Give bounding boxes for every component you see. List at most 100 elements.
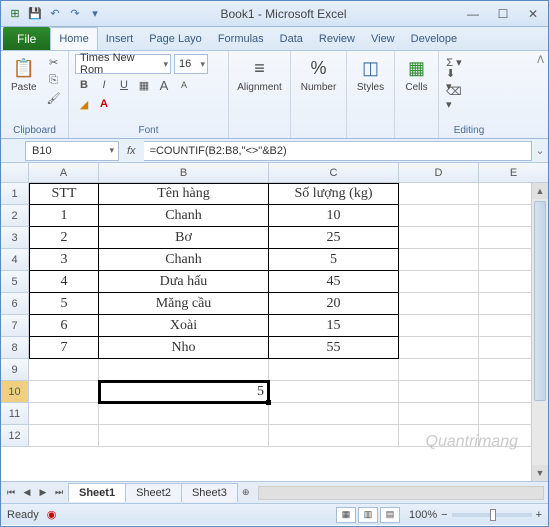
- clear-button[interactable]: ⌫ ▾: [445, 90, 463, 106]
- grow-font-button[interactable]: A: [155, 77, 173, 93]
- scroll-thumb[interactable]: [534, 201, 546, 401]
- fx-icon[interactable]: fx: [119, 145, 144, 157]
- zoom-level[interactable]: 100%: [409, 509, 437, 521]
- tab-view[interactable]: View: [363, 27, 403, 50]
- tab-data[interactable]: Data: [272, 27, 311, 50]
- qat-customize-icon[interactable]: ▾: [87, 6, 103, 22]
- select-all-corner[interactable]: [1, 163, 29, 183]
- cell-B2[interactable]: Chanh: [99, 205, 269, 227]
- tab-page-layout[interactable]: Page Layo: [141, 27, 210, 50]
- cell-A4[interactable]: 3: [29, 249, 99, 271]
- normal-view-button[interactable]: ▦: [336, 507, 356, 523]
- cell-B6[interactable]: Măng cầu: [99, 293, 269, 315]
- col-E[interactable]: E: [479, 163, 548, 183]
- cell-A3[interactable]: 2: [29, 227, 99, 249]
- cell-B3[interactable]: Bơ: [99, 227, 269, 249]
- sheet-nav-prev-icon[interactable]: ◀: [19, 485, 35, 501]
- font-color-button[interactable]: A: [95, 96, 113, 112]
- col-A[interactable]: A: [29, 163, 99, 183]
- page-layout-view-button[interactable]: ▥: [358, 507, 378, 523]
- tab-home[interactable]: Home: [50, 27, 97, 50]
- scroll-down-icon[interactable]: ▼: [532, 465, 548, 481]
- tab-formulas[interactable]: Formulas: [210, 27, 272, 50]
- redo-icon[interactable]: ↷: [67, 6, 83, 22]
- ribbon-collapse-icon[interactable]: ᐱ: [537, 55, 544, 66]
- row-4[interactable]: 4: [1, 249, 29, 271]
- zoom-in-button[interactable]: +: [536, 509, 542, 521]
- font-name-combo[interactable]: Times New Rom: [75, 54, 171, 74]
- formula-input[interactable]: =COUNTIF(B2:B8,"<>"&B2): [144, 141, 532, 161]
- cell-C4[interactable]: 5: [269, 249, 399, 271]
- sheet-tab-2[interactable]: Sheet2: [125, 483, 182, 502]
- cell-B1[interactable]: Tên hàng: [99, 183, 269, 205]
- border-button[interactable]: ▦: [135, 77, 153, 93]
- cell-B5[interactable]: Dưa hấu: [99, 271, 269, 293]
- copy-icon[interactable]: ⎘: [45, 72, 63, 88]
- cell-C6[interactable]: 20: [269, 293, 399, 315]
- format-painter-icon[interactable]: 🖌: [45, 90, 63, 106]
- bold-button[interactable]: B: [75, 77, 93, 93]
- close-button[interactable]: ✕: [518, 4, 548, 24]
- cell-A8[interactable]: 7: [29, 337, 99, 359]
- row-8[interactable]: 8: [1, 337, 29, 359]
- col-D[interactable]: D: [399, 163, 479, 183]
- row-1[interactable]: 1: [1, 183, 29, 205]
- minimize-button[interactable]: —: [458, 4, 488, 24]
- horizontal-scrollbar[interactable]: [258, 486, 544, 500]
- cell-A7[interactable]: 6: [29, 315, 99, 337]
- cell-A1[interactable]: STT: [29, 183, 99, 205]
- font-size-combo[interactable]: 16: [174, 54, 208, 74]
- row-5[interactable]: 5: [1, 271, 29, 293]
- row-6[interactable]: 6: [1, 293, 29, 315]
- tab-developer[interactable]: Develope: [403, 27, 465, 50]
- row-10[interactable]: 10: [1, 381, 29, 403]
- sheet-nav-next-icon[interactable]: ▶: [35, 485, 51, 501]
- cell-A6[interactable]: 5: [29, 293, 99, 315]
- italic-button[interactable]: I: [95, 77, 113, 93]
- shrink-font-button[interactable]: A: [175, 77, 193, 93]
- tab-review[interactable]: Review: [311, 27, 363, 50]
- row-3[interactable]: 3: [1, 227, 29, 249]
- new-sheet-icon[interactable]: ⊕: [238, 485, 254, 501]
- cells-button[interactable]: ▦ Cells: [401, 54, 432, 95]
- zoom-out-button[interactable]: −: [441, 509, 447, 521]
- cell-C8[interactable]: 55: [269, 337, 399, 359]
- cell-A5[interactable]: 4: [29, 271, 99, 293]
- cut-icon[interactable]: ✂: [45, 54, 63, 70]
- undo-icon[interactable]: ↶: [47, 6, 63, 22]
- alignment-button[interactable]: ≡ Alignment: [235, 54, 284, 95]
- macro-record-icon[interactable]: ◉: [47, 508, 57, 521]
- sheet-nav-first-icon[interactable]: ⏮: [3, 485, 19, 501]
- row-11[interactable]: 11: [1, 403, 29, 425]
- fill-color-button[interactable]: ◢: [75, 96, 93, 112]
- cell-B7[interactable]: Xoài: [99, 315, 269, 337]
- scroll-up-icon[interactable]: ▲: [532, 183, 548, 199]
- cell-B10[interactable]: 5: [99, 381, 269, 403]
- cell-C3[interactable]: 25: [269, 227, 399, 249]
- row-2[interactable]: 2: [1, 205, 29, 227]
- excel-icon[interactable]: ⊞: [7, 6, 23, 22]
- name-box[interactable]: B10: [25, 141, 119, 161]
- row-12[interactable]: 12: [1, 425, 29, 447]
- save-icon[interactable]: 💾: [27, 6, 43, 22]
- maximize-button[interactable]: ☐: [488, 4, 518, 24]
- zoom-slider[interactable]: [452, 513, 532, 517]
- number-button[interactable]: % Number: [297, 54, 340, 95]
- styles-button[interactable]: ◫ Styles: [353, 54, 388, 95]
- tab-insert[interactable]: Insert: [98, 27, 142, 50]
- vertical-scrollbar[interactable]: ▲ ▼: [531, 183, 548, 481]
- cell-C1[interactable]: Số lượng (kg): [269, 183, 399, 205]
- row-7[interactable]: 7: [1, 315, 29, 337]
- cell-C2[interactable]: 10: [269, 205, 399, 227]
- cell-A10[interactable]: [29, 381, 99, 403]
- sheet-nav-last-icon[interactable]: ⏭: [51, 485, 67, 501]
- cell-B8[interactable]: Nho: [99, 337, 269, 359]
- cell-D1[interactable]: [399, 183, 479, 205]
- formula-expand-icon[interactable]: ⌄: [532, 144, 548, 157]
- cell-B4[interactable]: Chanh: [99, 249, 269, 271]
- page-break-view-button[interactable]: ▤: [380, 507, 400, 523]
- col-B[interactable]: B: [99, 163, 269, 183]
- sheet-tab-1[interactable]: Sheet1: [68, 483, 126, 502]
- cell-C7[interactable]: 15: [269, 315, 399, 337]
- cell-C5[interactable]: 45: [269, 271, 399, 293]
